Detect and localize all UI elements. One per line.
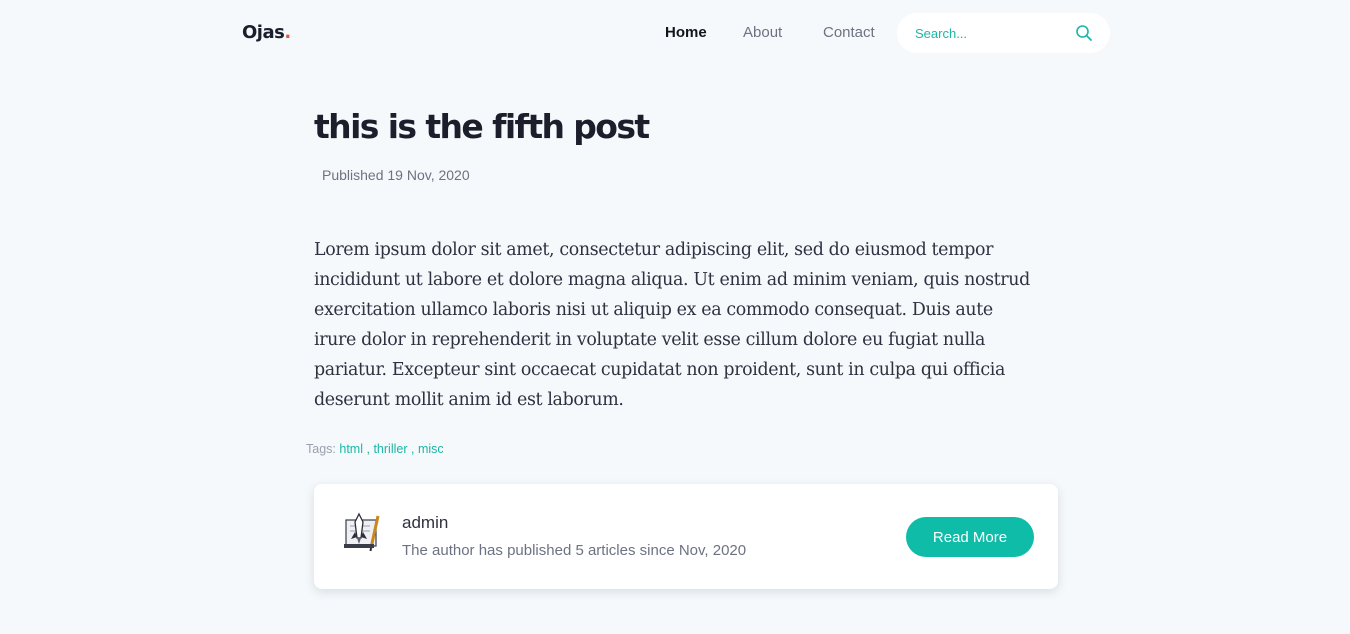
logo-text: Ojas: [242, 22, 285, 43]
post-tags: Tags: html , thriller , misc: [306, 440, 444, 458]
writer-avatar-icon: [344, 512, 380, 552]
tag-separator: ,: [410, 442, 415, 456]
search-icon[interactable]: [1075, 24, 1093, 42]
author-card: admin The author has published 5 article…: [314, 484, 1058, 589]
tag-misc[interactable]: misc: [418, 442, 444, 456]
published-date: Published 19 Nov, 2020: [322, 167, 470, 183]
author-bio: The author has published 5 articles sinc…: [402, 542, 747, 559]
nav-contact[interactable]: Contact: [823, 23, 875, 43]
search-box: [897, 13, 1110, 53]
tags-label: Tags:: [306, 442, 336, 456]
tag-thriller[interactable]: thriller: [373, 442, 407, 456]
site-header: Ojas. Home About Contact: [0, 0, 1350, 66]
tag-html[interactable]: html: [339, 442, 363, 456]
post-body: Lorem ipsum dolor sit amet, consectetur …: [314, 240, 1030, 410]
author-name[interactable]: admin: [402, 512, 448, 534]
logo-dot: .: [284, 22, 291, 43]
read-more-button[interactable]: Read More: [906, 517, 1034, 557]
nav-about[interactable]: About: [743, 23, 782, 43]
nav-home[interactable]: Home: [665, 23, 707, 43]
tag-separator: ,: [366, 442, 370, 456]
post-title: this is the fifth post: [314, 107, 650, 146]
search-input[interactable]: [915, 23, 1065, 43]
site-logo[interactable]: Ojas.: [242, 21, 291, 45]
